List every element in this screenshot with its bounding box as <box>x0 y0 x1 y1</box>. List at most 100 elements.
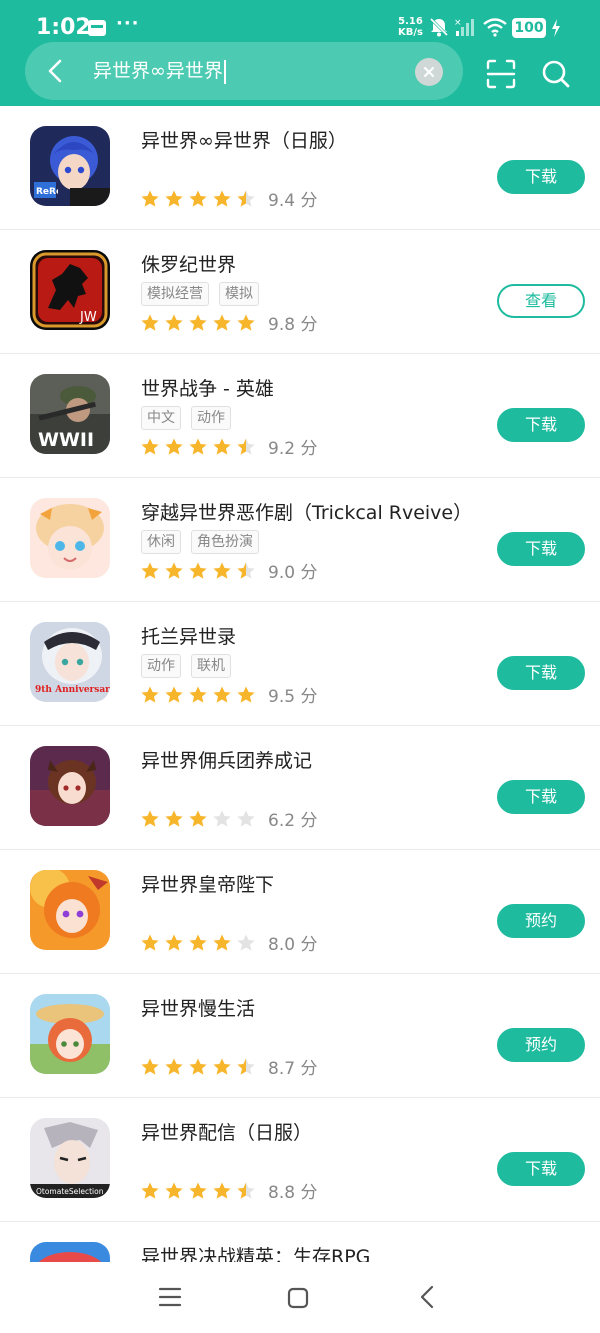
genre-tag[interactable]: 动作 <box>191 406 231 430</box>
app-icon[interactable]: ReRe <box>30 126 110 206</box>
app-list-item[interactable]: OtomateSelection 异世界配信（日服） 8.8 分 下载 <box>0 1098 600 1222</box>
app-icon-logo-text: ReRe <box>36 187 58 197</box>
star-empty-icon <box>237 810 255 827</box>
app-name: 异世界决战精英：生存RPG <box>141 1246 371 1262</box>
network-speed: 5.16 KB/s <box>398 16 423 38</box>
star-filled-icon <box>141 1058 159 1075</box>
app-list-item[interactable]: ReRe 异世界∞异世界（日服） 9.4 分 下载 <box>0 106 600 230</box>
tag-group: 动作 联机 <box>141 654 241 680</box>
app-icon[interactable]: JW <box>30 250 110 330</box>
app-icon[interactable]: 9th Anniversary <box>30 622 110 702</box>
tag-group: 模拟经营 模拟 <box>141 282 269 308</box>
download-button[interactable]: 下载 <box>497 656 585 690</box>
star-empty-icon <box>237 934 255 951</box>
rating-score: 8.8 分 <box>268 1183 318 1203</box>
scan-icon[interactable] <box>485 58 517 90</box>
app-icon[interactable] <box>30 498 110 578</box>
download-button[interactable]: 下载 <box>497 780 585 814</box>
star-empty-icon <box>213 810 231 827</box>
star-filled-icon <box>189 562 207 579</box>
download-button[interactable]: 下载 <box>497 532 585 566</box>
star-rating: 9.5 分 <box>140 682 317 707</box>
app-icon[interactable] <box>30 746 110 826</box>
download-button[interactable]: 下载 <box>497 160 585 194</box>
app-list-item[interactable]: 异世界佣兵团养成记 6.2 分 下载 <box>0 726 600 850</box>
app-name: 侏罗纪世界 <box>141 254 237 276</box>
genre-tag[interactable]: 休闲 <box>141 530 181 554</box>
genre-tag[interactable]: 模拟 <box>219 282 259 306</box>
star-filled-icon <box>141 438 159 455</box>
charging-bolt-icon <box>552 19 560 37</box>
star-filled-icon <box>141 314 159 331</box>
app-list-item[interactable]: 异世界决战精英：生存RPG <box>0 1222 600 1262</box>
app-name: 穿越异世界恶作剧（Trickcal Rveive） <box>141 502 473 524</box>
app-name: 异世界皇帝陛下 <box>141 874 275 896</box>
app-list-item[interactable]: JW 侏罗纪世界 模拟经营 模拟 9.8 分 查看 <box>0 230 600 354</box>
star-filled-icon <box>213 562 231 579</box>
battery-level: 100 <box>512 18 546 38</box>
star-filled-icon <box>213 1182 231 1199</box>
star-half-icon <box>237 1058 255 1075</box>
app-icon[interactable]: WWII <box>30 374 110 454</box>
menu-icon[interactable] <box>158 1286 182 1308</box>
reserve-button[interactable]: 预约 <box>497 1028 585 1062</box>
star-filled-icon <box>189 1058 207 1075</box>
app-list-item[interactable]: 异世界皇帝陛下 8.0 分 预约 <box>0 850 600 974</box>
genre-tag[interactable]: 角色扮演 <box>191 530 259 554</box>
bell-muted-icon <box>429 17 449 37</box>
reserve-button[interactable]: 预约 <box>497 904 585 938</box>
status-bar: 1:02 ··· 5.16 KB/s × 100 <box>0 0 600 44</box>
star-filled-icon <box>237 314 255 331</box>
star-filled-icon <box>141 934 159 951</box>
app-name: 异世界慢生活 <box>141 998 256 1020</box>
system-navigation-bar <box>0 1262 600 1333</box>
app-list-item[interactable]: 9th Anniversary 托兰异世录 动作 联机 9.5 分 下载 <box>0 602 600 726</box>
star-filled-icon <box>213 1058 231 1075</box>
genre-tag[interactable]: 动作 <box>141 654 181 678</box>
network-speed-unit: KB/s <box>398 27 423 38</box>
star-filled-icon <box>189 1182 207 1199</box>
star-rating: 8.7 分 <box>140 1054 318 1079</box>
home-icon[interactable] <box>286 1286 310 1310</box>
download-button[interactable]: 下载 <box>497 1152 585 1186</box>
app-icon[interactable] <box>30 994 110 1074</box>
view-button[interactable]: 查看 <box>497 284 585 318</box>
download-button[interactable]: 下载 <box>497 408 585 442</box>
app-icon[interactable]: OtomateSelection <box>30 1118 110 1198</box>
back-arrow-icon[interactable] <box>39 54 73 88</box>
genre-tag[interactable]: 模拟经营 <box>141 282 209 306</box>
app-name: 世界战争 - 英雄 <box>141 378 274 400</box>
star-filled-icon <box>213 686 231 703</box>
more-notifications-icon: ··· <box>116 13 140 34</box>
star-filled-icon <box>165 438 183 455</box>
rating-score: 6.2 分 <box>268 811 318 831</box>
star-filled-icon <box>165 190 183 207</box>
rating-score: 8.7 分 <box>268 1059 318 1079</box>
genre-tag[interactable]: 联机 <box>191 654 231 678</box>
app-name: 异世界∞异世界（日服） <box>141 130 347 152</box>
app-list-item[interactable]: 异世界慢生活 8.7 分 预约 <box>0 974 600 1098</box>
star-filled-icon <box>189 190 207 207</box>
star-filled-icon <box>189 438 207 455</box>
star-filled-icon <box>213 438 231 455</box>
app-list-item[interactable]: 穿越异世界恶作剧（Trickcal Rveive） 休闲 角色扮演 9.0 分 下… <box>0 478 600 602</box>
app-icon[interactable] <box>30 870 110 950</box>
genre-tag[interactable]: 中文 <box>141 406 181 430</box>
star-filled-icon <box>189 934 207 951</box>
star-filled-icon <box>165 686 183 703</box>
app-icon[interactable] <box>30 1242 110 1262</box>
clear-search-button[interactable] <box>415 58 443 86</box>
back-icon[interactable] <box>416 1284 438 1310</box>
search-input[interactable]: 异世界∞异世界 <box>93 56 226 86</box>
search-results-list: ReRe 异世界∞异世界（日服） 9.4 分 下载 JW 侏罗纪世界 模拟经营模… <box>0 106 600 1262</box>
star-filled-icon <box>141 1182 159 1199</box>
search-icon[interactable] <box>540 58 572 90</box>
star-filled-icon <box>189 810 207 827</box>
app-name: 异世界佣兵团养成记 <box>141 750 313 772</box>
star-filled-icon <box>237 686 255 703</box>
status-time: 1:02 <box>36 15 91 40</box>
app-name: 异世界配信（日服） <box>141 1122 313 1144</box>
app-list-item[interactable]: WWII 世界战争 - 英雄 中文 动作 9.2 分 下载 <box>0 354 600 478</box>
app-name: 托兰异世录 <box>141 626 237 648</box>
star-filled-icon <box>213 934 231 951</box>
